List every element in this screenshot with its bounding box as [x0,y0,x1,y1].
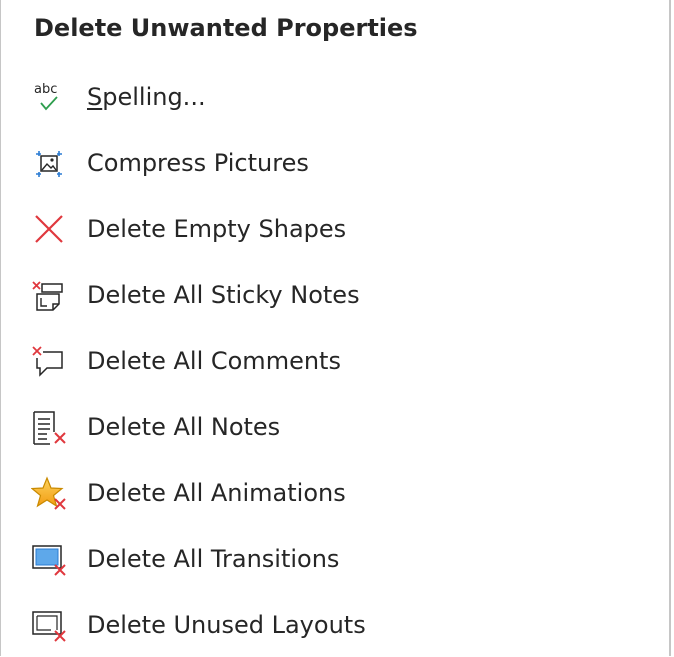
spelling-abc-check-icon: abc [31,80,67,116]
menu-item-delete-all-notes[interactable]: Delete All Notes [1,397,669,459]
accelerator-key: S [87,83,103,111]
menu-item-spelling[interactable]: abc Spelling... [1,67,669,129]
menu-item-label: Delete All Comments [87,347,341,375]
menu-item-compress-pictures[interactable]: Compress Pictures [1,133,669,195]
menu-item-label-rest: pelling... [102,83,206,111]
menu-header: Delete Unwanted Properties [34,14,418,42]
menu-item-label: Delete All Animations [87,479,346,507]
delete-animations-star-icon [31,476,67,512]
menu-item-delete-all-comments[interactable]: Delete All Comments [1,331,669,393]
delete-comments-icon [31,344,67,380]
delete-notes-icon [31,410,67,446]
menu-item-delete-unused-layouts[interactable]: Delete Unused Layouts [1,595,669,657]
delete-sticky-notes-icon [31,278,67,314]
menu-item-label: Delete Unused Layouts [87,611,366,639]
menu-item-label: Compress Pictures [87,149,309,177]
menu-item-delete-all-transitions[interactable]: Delete All Transitions [1,529,669,591]
menu-item-label: Delete Empty Shapes [87,215,347,243]
spelling-icon-text: abc [34,82,57,97]
red-x-icon [31,212,67,248]
menu-item-delete-all-animations[interactable]: Delete All Animations [1,463,669,525]
menu-item-delete-empty-shapes[interactable]: Delete Empty Shapes [1,199,669,261]
delete-transitions-icon [31,542,67,578]
menu-item-label: Delete All Notes [87,413,281,441]
delete-unused-layouts-icon [31,608,67,644]
menu-item-label: Delete All Sticky Notes [87,281,360,309]
compress-pictures-icon [31,146,67,182]
menu-item-label: Spelling... [87,82,206,112]
menu-item-delete-all-sticky-notes[interactable]: Delete All Sticky Notes [1,265,669,327]
menu-item-label: Delete All Transitions [87,545,340,573]
context-menu: Delete Unwanted Properties abc Spelling.… [0,0,671,656]
